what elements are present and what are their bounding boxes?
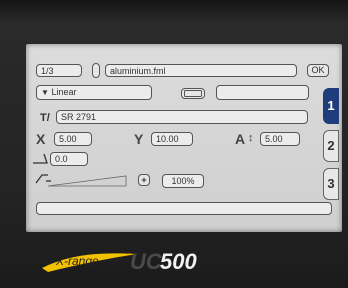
x-input[interactable]: 5.00: [54, 132, 92, 146]
mode-label: Linear: [51, 87, 77, 97]
file-name-field[interactable]: aluminium.fml: [105, 64, 297, 77]
up-down-arrow-icon: ↕: [248, 132, 254, 144]
angle-icon: [33, 153, 48, 164]
power-increase-button[interactable]: +: [138, 174, 150, 186]
page-counter: 1/3: [36, 64, 82, 77]
power-value: 100%: [162, 174, 204, 188]
mode-text-field[interactable]: [216, 85, 309, 100]
text-tool-icon: T/: [40, 112, 50, 124]
y-label: Y: [134, 131, 144, 147]
a-input[interactable]: 5.00: [260, 132, 300, 146]
ok-button[interactable]: OK: [307, 64, 329, 77]
brand-model-number: 500: [160, 249, 197, 274]
keyboard-icon: [184, 90, 202, 97]
tab-2[interactable]: 2: [323, 130, 339, 162]
dropdown-arrow-icon: ▼: [41, 88, 49, 97]
y-input[interactable]: 10.00: [151, 132, 193, 146]
status-bar: [36, 202, 332, 215]
tab-1[interactable]: 1: [323, 88, 339, 124]
brand-x-range: X-range: [56, 254, 99, 268]
angle-input[interactable]: 0.0: [50, 152, 88, 166]
file-toggle-button[interactable]: [92, 63, 100, 78]
brand-logo: X-range UC 500: [40, 246, 300, 276]
mode-select[interactable]: ▼ Linear: [36, 85, 152, 100]
lcd-screen: 1/3 aluminium.fml OK ▼ Linear T/ SR 2791…: [26, 44, 342, 232]
text-field[interactable]: SR 2791: [56, 110, 308, 124]
tab-3[interactable]: 3: [323, 168, 339, 200]
keyboard-button[interactable]: [181, 88, 205, 99]
x-label: X: [36, 131, 46, 147]
a-label: A: [235, 131, 246, 147]
brand-uc: UC: [130, 249, 162, 274]
power-slider[interactable]: [48, 175, 128, 187]
